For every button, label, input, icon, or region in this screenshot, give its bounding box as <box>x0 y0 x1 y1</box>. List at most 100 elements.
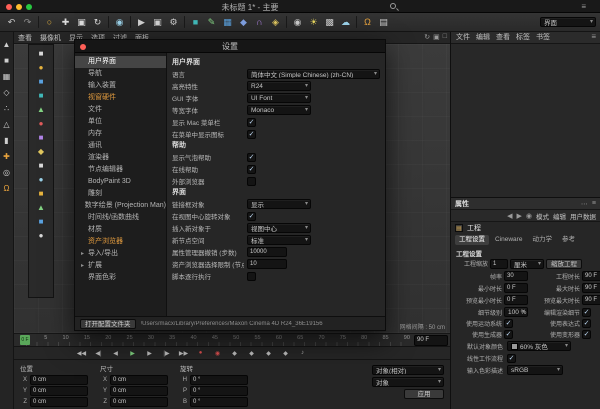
script-step-checkbox[interactable] <box>247 272 256 281</box>
palette-icon[interactable]: ▲ <box>37 203 45 212</box>
preference-select[interactable]: Monaco <box>247 105 311 115</box>
preferences-tree-item[interactable]: 资产浏览器 <box>75 236 166 248</box>
workplane-icon[interactable]: ▤ <box>376 15 391 30</box>
points-mode-icon[interactable]: ∴ <box>4 104 9 114</box>
field-value[interactable]: 90 F <box>582 283 600 293</box>
use-toggle-checkbox[interactable]: ✓ <box>582 330 591 339</box>
lock-icon[interactable]: ◉ <box>526 212 532 220</box>
zoom-button[interactable] <box>26 4 32 10</box>
preferences-tree-item[interactable]: 视窗硬件 <box>75 92 166 104</box>
attribute-tab[interactable]: 动力学 <box>528 235 556 245</box>
history-forward-icon[interactable]: ▶ <box>517 212 522 220</box>
workplane-mode-icon[interactable]: ◇ <box>3 88 9 98</box>
field-value[interactable]: 0 F <box>504 295 528 305</box>
palette-icon[interactable]: ■ <box>39 133 44 142</box>
preferences-tree-item[interactable]: 节点编辑器 <box>75 164 166 176</box>
preference-checkbox[interactable]: ✓ <box>247 130 256 139</box>
open-preferences-folder-button[interactable]: 打开配置文件夹 <box>80 319 136 329</box>
rotation-field[interactable]: 0 ° <box>190 386 248 396</box>
project-scale-value[interactable]: 1 <box>490 259 508 269</box>
input-profile-select[interactable]: sRGB <box>507 365 563 375</box>
snap-settings-icon[interactable]: Ω <box>4 184 10 194</box>
next-frame-button[interactable]: ▶ <box>142 348 157 359</box>
toolbar-icon[interactable] <box>108 16 109 28</box>
end-frame-field[interactable]: 90 F <box>414 335 448 346</box>
attribute-menu-item[interactable]: 模式 <box>536 211 549 221</box>
render-lod-checkbox[interactable]: ✓ <box>582 308 591 317</box>
texture-mode-icon[interactable]: ▦ <box>3 72 11 82</box>
size-field[interactable]: 0 cm <box>110 375 168 385</box>
attribute-tab[interactable]: 工程设置 <box>455 235 489 245</box>
field-value[interactable]: 0 F <box>504 283 528 293</box>
playhead[interactable]: 0 F <box>20 335 30 345</box>
render-view-icon[interactable]: ▶ <box>134 15 149 30</box>
object-manager-menu-item[interactable]: 编辑 <box>476 32 490 42</box>
redo-icon[interactable]: ↷ <box>20 15 35 30</box>
bend-deformer-icon[interactable]: ∩ <box>252 15 267 30</box>
object-manager-list[interactable] <box>451 44 600 198</box>
viewport-filter-icon[interactable]: ◎ <box>3 168 10 178</box>
preferences-tree-item[interactable]: 雕刻 <box>75 188 166 200</box>
toolbar-icon[interactable] <box>286 16 287 28</box>
preferences-tree-item[interactable]: 单位 <box>75 116 166 128</box>
viewport-maximize-icon[interactable]: □ <box>443 33 447 41</box>
preferences-tree-item[interactable]: 界面色彩 <box>75 272 166 284</box>
attribute-tab[interactable]: Cineware <box>491 235 526 245</box>
toolbar-icon[interactable] <box>356 16 357 28</box>
timeline-ruler[interactable]: 051015202530354045505560657075808590 0 F… <box>14 333 450 346</box>
preferences-tree-item[interactable]: 文件 <box>75 104 166 116</box>
key-rotation-toggle[interactable]: ◆ <box>261 348 276 359</box>
extensions-menu-icon[interactable]: ≡ <box>581 2 586 11</box>
snap-icon[interactable]: Ω <box>360 15 375 30</box>
rotation-field[interactable]: 0 ° <box>190 375 248 385</box>
minimize-button[interactable] <box>16 4 22 10</box>
attribute-menu-item[interactable]: 编辑 <box>553 211 566 221</box>
make-editable-icon[interactable]: ▲ <box>3 40 11 50</box>
palette-icon[interactable]: ■ <box>39 217 44 226</box>
field-object-icon[interactable]: ◈ <box>268 15 283 30</box>
material-icon[interactable]: ▩ <box>322 15 337 30</box>
undo-steps-field[interactable]: 10000 <box>247 247 287 257</box>
size-field[interactable]: 0 cm <box>110 397 168 407</box>
preferences-tree-item[interactable]: 材质 <box>75 224 166 236</box>
palette-icon[interactable]: ■ <box>39 91 44 100</box>
prev-key-button[interactable]: ◀| <box>91 348 106 359</box>
object-manager-menu-item[interactable]: 文件 <box>456 32 470 42</box>
environment-icon[interactable]: ☁ <box>338 15 353 30</box>
prev-frame-button[interactable]: ◀ <box>108 348 123 359</box>
axis-mode-icon[interactable]: ✚ <box>3 152 10 162</box>
add-primitive-cube-icon[interactable]: ■ <box>188 15 203 30</box>
attribute-menu-item[interactable]: 用户数据 <box>570 211 596 221</box>
preferences-tree-item[interactable]: 用户界面 <box>75 56 166 68</box>
object-manager-menu-item[interactable]: 书签 <box>536 32 550 42</box>
viewport-layout-icon[interactable]: ▣ <box>433 33 440 41</box>
use-toggle-checkbox[interactable]: ✓ <box>504 330 513 339</box>
node-space-pref-select[interactable]: 标准 <box>247 235 311 245</box>
toolbar-icon[interactable] <box>184 16 185 28</box>
extrude-generator-icon[interactable]: ◆ <box>236 15 251 30</box>
preference-checkbox[interactable]: ✓ <box>247 153 256 162</box>
palette-icon[interactable]: ● <box>39 119 44 128</box>
field-value[interactable]: 90 F <box>582 271 600 281</box>
dialog-close-button[interactable] <box>80 44 86 50</box>
history-back-icon[interactable]: ◀ <box>507 212 512 220</box>
position-field[interactable]: 0 cm <box>30 397 88 407</box>
search-icon[interactable] <box>390 3 396 9</box>
default-color-select[interactable]: 60% 灰色 <box>507 341 571 351</box>
palette-icon[interactable]: ■ <box>39 49 44 58</box>
render-picture-viewer-icon[interactable]: ▣ <box>150 15 165 30</box>
toolbar-icon[interactable] <box>38 16 39 28</box>
model-mode-icon[interactable]: ■ <box>4 56 9 66</box>
edges-mode-icon[interactable]: △ <box>3 120 9 130</box>
toolbar-icon[interactable] <box>130 16 131 28</box>
palette-icon[interactable]: ◆ <box>38 147 44 156</box>
preference-checkbox[interactable]: ✓ <box>247 165 256 174</box>
lod-select[interactable]: 100 % <box>504 307 528 317</box>
preferences-tree-item[interactable]: ▸导入/导出 <box>75 248 166 260</box>
panel-menu-icon[interactable]: ≡ <box>592 200 596 208</box>
preferences-tree-item[interactable]: 数字绘景 (Projection Man) <box>75 200 166 212</box>
move-tool-icon[interactable]: ✚ <box>58 15 73 30</box>
selection-limit-field[interactable]: 10 <box>247 259 287 269</box>
play-button[interactable]: ▶ <box>125 348 140 359</box>
scale-tool-icon[interactable]: ▣ <box>74 15 89 30</box>
